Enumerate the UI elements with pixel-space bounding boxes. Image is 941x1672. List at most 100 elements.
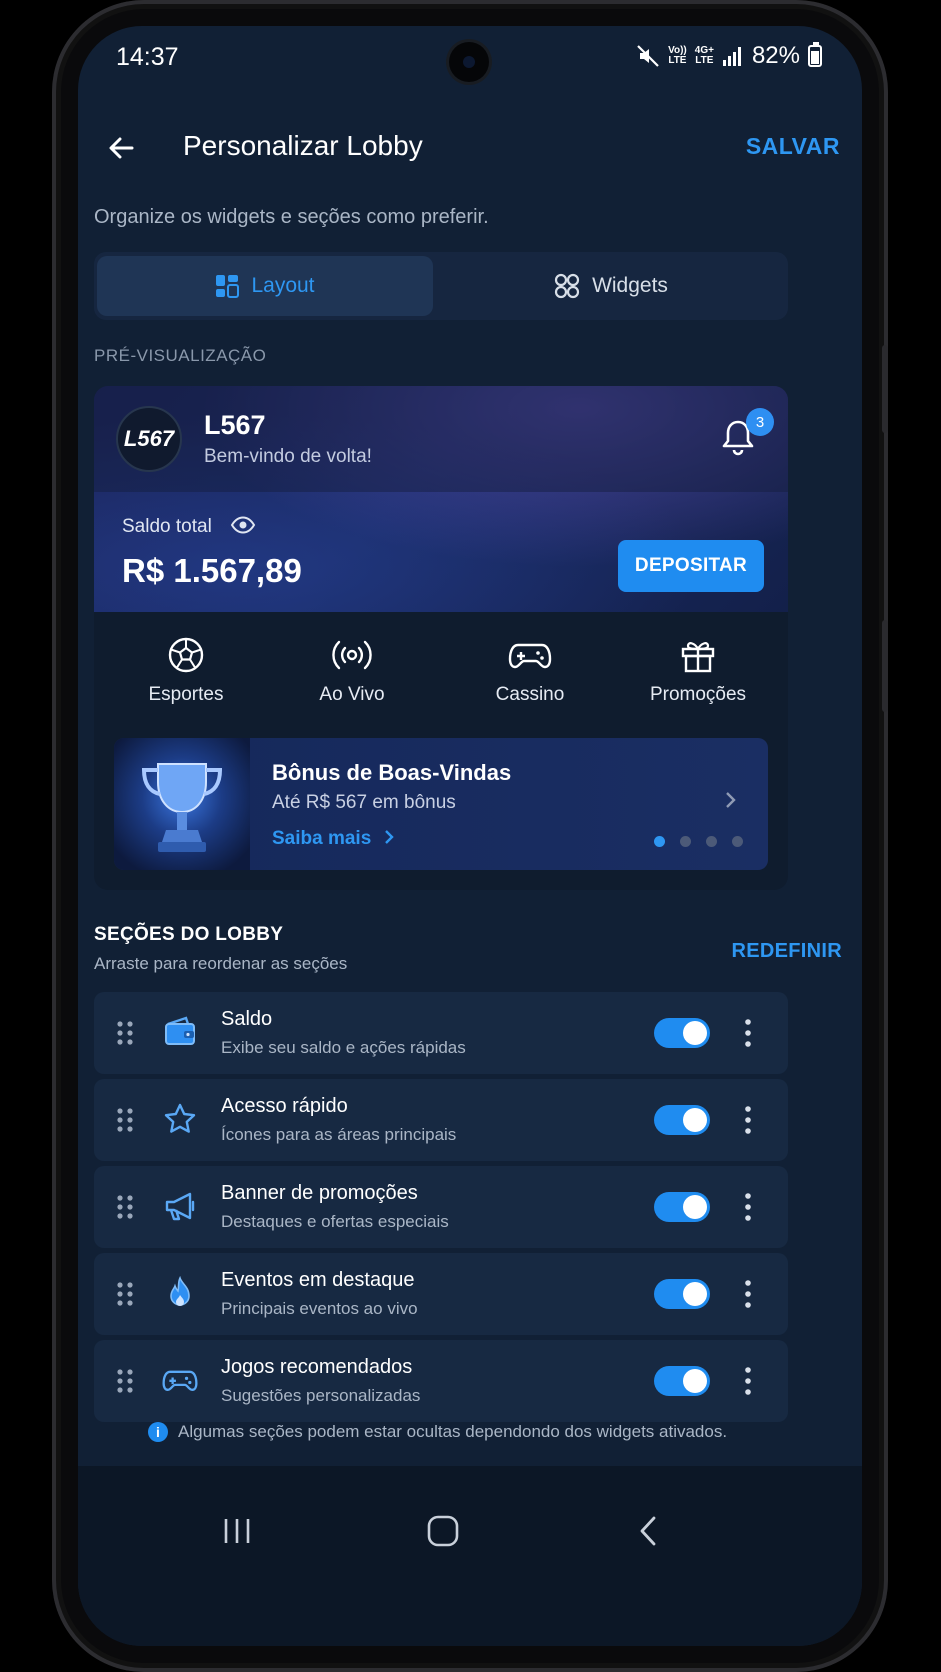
welcome-text: Bem-vindo de volta! (204, 446, 372, 467)
balance-value: R$ 1.567,89 (122, 552, 302, 589)
section-name: Banner de promoções (221, 1182, 418, 1204)
banner-pagination (654, 836, 743, 847)
drag-handle-icon[interactable] (116, 1107, 134, 1133)
more-vertical-icon[interactable] (744, 1192, 752, 1222)
trophy-icon (141, 763, 223, 852)
info-icon: i (148, 1422, 168, 1442)
back-nav-icon[interactable] (638, 1514, 660, 1548)
section-name: Saldo (221, 1008, 273, 1030)
section-toggle[interactable] (654, 1366, 710, 1396)
layout-grid-icon (216, 275, 240, 298)
lobby-sections-subtitle: Arraste para reordenar as seções (94, 954, 348, 973)
lobby-preview: L567 L567 Bem-vindo de volta! 3 Saldo to… (94, 386, 788, 890)
eye-icon[interactable] (230, 514, 256, 536)
volume-button (882, 345, 888, 433)
banner-subtitle: Até R$ 567 em bônus (272, 792, 456, 813)
tab-widgets[interactable]: Widgets (436, 256, 786, 316)
pagination-dot[interactable] (654, 836, 665, 847)
more-vertical-icon[interactable] (744, 1366, 752, 1396)
reset-button[interactable]: REDEFINIR (732, 940, 842, 963)
info-note-text: Algumas seções podem estar ocultas depen… (178, 1422, 728, 1441)
page-subtitle: Organize os widgets e seções como prefer… (94, 206, 489, 228)
tab-bar: Layout Widgets (94, 252, 788, 320)
more-vertical-icon[interactable] (744, 1018, 752, 1048)
megaphone-icon (165, 1192, 195, 1221)
battery-percent: 82% (751, 42, 800, 69)
section-description: Exibe seu saldo e ações rápidas (221, 1038, 466, 1057)
section-description: Destaques e ofertas especiais (221, 1212, 449, 1231)
section-description: Principais eventos ao vivo (221, 1299, 418, 1318)
quick-access-label: Cassino (495, 684, 565, 705)
drag-handle-icon[interactable] (116, 1281, 134, 1307)
info-note: i Algumas seções podem estar ocultas dep… (148, 1422, 727, 1442)
tab-layout-label: Layout (251, 274, 315, 297)
status-icons: Vo)) LTE 4G+ LTE 82% (636, 42, 822, 70)
widgets-icon (554, 273, 580, 299)
status-bar: 14:37 Vo)) LTE 4G+ LTE 82% (78, 26, 862, 92)
live-broadcast-icon (332, 640, 372, 670)
brand-logo: L567 (116, 406, 182, 472)
section-toggle[interactable] (654, 1192, 710, 1222)
page-title: Personalizar Lobby (183, 130, 423, 161)
save-button[interactable]: SALVAR (746, 133, 840, 160)
quick-access-label: Esportes (148, 684, 224, 705)
preview-label: PRÉ-VISUALIZAÇÃO (94, 346, 267, 365)
section-name: Acesso rápido (221, 1095, 348, 1117)
mute-icon (637, 45, 659, 67)
gamepad-icon (508, 643, 552, 669)
section-toggle[interactable] (654, 1105, 710, 1135)
section-toggle[interactable] (654, 1018, 710, 1048)
gift-icon (681, 642, 715, 673)
section-row-recommended-games[interactable]: Jogos recomendados Sugestões personaliza… (94, 1340, 788, 1422)
volte-indicator: Vo)) LTE (668, 45, 687, 66)
section-toggle[interactable] (654, 1279, 710, 1309)
section-name: Eventos em destaque (221, 1269, 415, 1291)
pagination-dot[interactable] (732, 836, 743, 847)
section-description: Sugestões personalizadas (221, 1386, 421, 1405)
status-time: 14:37 (116, 43, 179, 71)
quick-access-live[interactable]: Ao Vivo (282, 636, 422, 706)
tab-layout[interactable]: Layout (97, 256, 433, 316)
section-description: Ícones para as áreas principais (221, 1125, 457, 1144)
section-row-featured-events[interactable]: Eventos em destaque Principais eventos a… (94, 1253, 788, 1335)
network-indicator: 4G+ LTE (694, 45, 714, 66)
quick-access-promotions[interactable]: Promoções (628, 636, 768, 706)
pagination-dot[interactable] (706, 836, 717, 847)
drag-handle-icon[interactable] (116, 1368, 134, 1394)
trophy-image (114, 738, 250, 870)
signal-icon (722, 47, 741, 66)
quick-access-label: Promoções (649, 684, 747, 705)
more-vertical-icon[interactable] (744, 1279, 752, 1309)
lobby-sections-title: SEÇÕES DO LOBBY (94, 924, 284, 945)
app-header: Personalizar Lobby SALVAR (78, 116, 862, 186)
promo-banner[interactable]: Bônus de Boas-Vindas Até R$ 567 em bônus… (114, 738, 768, 870)
recent-apps-icon[interactable] (222, 1516, 252, 1546)
gamepad-icon (162, 1370, 198, 1391)
notification-badge: 3 (746, 408, 774, 436)
more-vertical-icon[interactable] (744, 1105, 752, 1135)
banner-chevron-right-icon[interactable] (724, 790, 738, 810)
tab-widgets-label: Widgets (592, 274, 668, 297)
fire-icon (170, 1275, 190, 1306)
section-name: Jogos recomendados (221, 1356, 413, 1378)
back-arrow-icon[interactable] (102, 128, 142, 168)
drag-handle-icon[interactable] (116, 1194, 134, 1220)
quick-access-sports[interactable]: Esportes (116, 636, 256, 706)
section-row-promo-banner[interactable]: Banner de promoções Destaques e ofertas … (94, 1166, 788, 1248)
wallet-icon (165, 1016, 195, 1045)
section-row-saldo[interactable]: Saldo Exibe seu saldo e ações rápidas (94, 992, 788, 1074)
quick-access-casino[interactable]: Cassino (460, 636, 600, 706)
soccer-ball-icon (168, 637, 204, 673)
pagination-dot[interactable] (680, 836, 691, 847)
front-camera (449, 42, 489, 82)
quick-access-label: Ao Vivo (319, 684, 385, 705)
banner-link[interactable]: Saiba mais (272, 828, 395, 850)
system-nav-bar (78, 1466, 862, 1646)
home-icon[interactable] (426, 1514, 460, 1548)
drag-handle-icon[interactable] (116, 1020, 134, 1046)
banner-title: Bônus de Boas-Vindas (272, 760, 512, 785)
section-row-quick-access[interactable]: Acesso rápido Ícones para as áreas princ… (94, 1079, 788, 1161)
deposit-button[interactable]: DEPOSITAR (618, 540, 764, 592)
chevron-right-icon (384, 830, 394, 844)
brand-name: L567 (204, 410, 266, 440)
